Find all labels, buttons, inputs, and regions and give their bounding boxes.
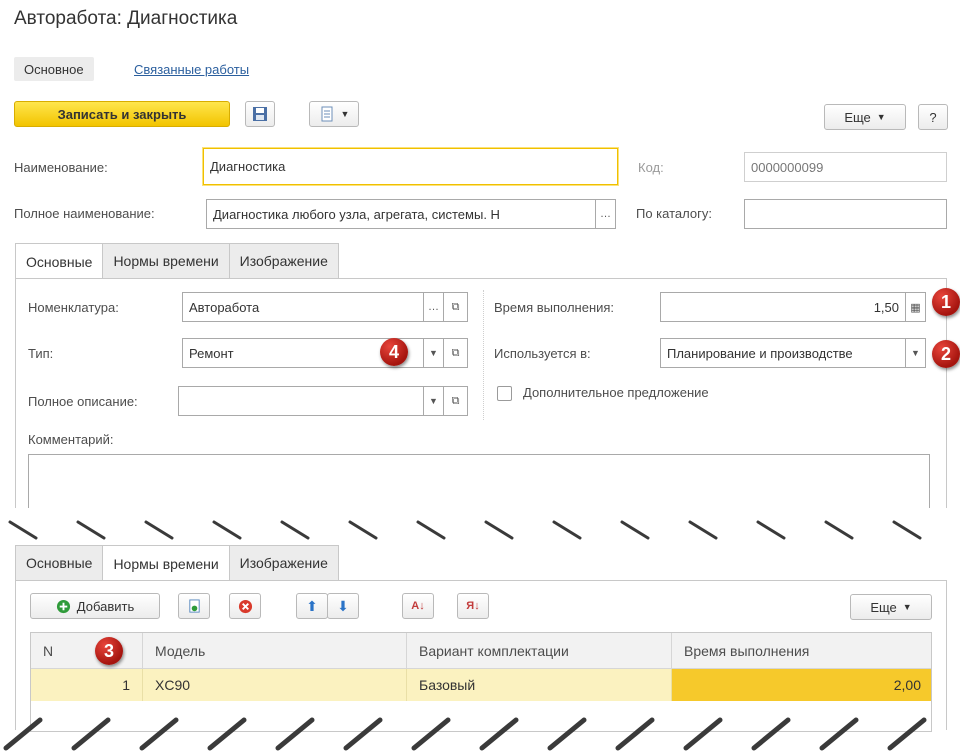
chevron-down-icon: ▼	[902, 602, 912, 612]
save-close-button[interactable]: Записать и закрыть	[14, 101, 230, 127]
tab-main-bottom[interactable]: Основные	[15, 545, 104, 580]
description-input[interactable]	[178, 386, 424, 416]
tab-norms-top[interactable]: Нормы времени	[102, 243, 230, 278]
tab-main-top[interactable]: Основные	[15, 243, 104, 279]
tab-image-bottom[interactable]: Изображение	[228, 545, 339, 580]
fullname-label: Полное наименование:	[14, 206, 155, 221]
sort-desc-icon: Я↓	[466, 600, 480, 612]
column-divider	[483, 290, 484, 420]
column-header-model[interactable]: Модель	[143, 633, 407, 669]
norms-more-button[interactable]: Еще ▼	[850, 594, 932, 620]
plus-circle-icon	[56, 599, 70, 613]
chevron-down-icon: ▼	[876, 112, 886, 122]
nomenclature-select-button[interactable]: …	[424, 292, 444, 322]
sort-asc-button[interactable]: A↓	[402, 593, 434, 619]
tabs-bottom: Основные Нормы времени Изображение	[15, 545, 339, 581]
arrow-up-icon: ⬆	[306, 597, 318, 614]
page-title: Авторабота: Диагностика	[14, 8, 238, 29]
tabs-top: Основные Нормы времени Изображение	[15, 243, 339, 279]
fullname-input[interactable]: Диагностика любого узла, агрегата, систе…	[206, 199, 596, 229]
delete-button[interactable]	[229, 593, 261, 619]
chevron-down-icon[interactable]: ▼	[906, 338, 926, 368]
add-button[interactable]: Добавить	[30, 593, 160, 619]
column-header-time[interactable]: Время выполнения	[672, 633, 931, 669]
extra-offer-label: Дополнительное предложение	[523, 385, 709, 400]
name-label: Наименование:	[14, 160, 108, 175]
fullname-select-button[interactable]: …	[596, 199, 616, 229]
floppy-icon	[253, 107, 267, 121]
arrow-down-icon: ⬇	[337, 597, 349, 614]
used-in-select[interactable]: Планирование и производстве	[660, 338, 906, 368]
move-up-button[interactable]: ⬆	[296, 593, 328, 619]
table-cell-variant[interactable]: Базовый	[407, 669, 672, 701]
copy-icon	[188, 598, 200, 613]
callout-marker-2: 2	[932, 340, 960, 368]
comment-label: Комментарий:	[28, 432, 114, 447]
callout-marker-3: 3	[95, 637, 123, 665]
used-in-label: Используется в:	[494, 346, 591, 361]
chevron-down-icon: ▼	[340, 109, 350, 119]
calculator-icon[interactable]: ▦	[906, 292, 926, 322]
nomenclature-label: Номенклатура:	[28, 300, 119, 315]
tab-image-top[interactable]: Изображение	[228, 243, 339, 278]
chevron-down-icon[interactable]: ▼	[424, 386, 444, 416]
comment-textarea[interactable]	[28, 454, 930, 512]
sort-desc-button[interactable]: Я↓	[457, 593, 489, 619]
open-icon[interactable]: ⧉	[444, 386, 468, 416]
more-button[interactable]: Еще ▼	[824, 104, 906, 130]
name-input[interactable]: Диагностика	[203, 148, 618, 185]
type-label: Тип:	[28, 346, 54, 361]
column-header-n[interactable]: N	[31, 633, 143, 669]
move-down-button[interactable]: ⬇	[327, 593, 359, 619]
description-label: Полное описание:	[28, 394, 138, 409]
callout-marker-4: 4	[380, 338, 408, 366]
table-cell-model[interactable]: XC90	[143, 669, 407, 701]
tab-main[interactable]: Основное	[14, 57, 94, 81]
open-icon[interactable]: ⧉	[444, 292, 468, 322]
document-icon	[321, 106, 333, 122]
torn-edge-bottom	[3, 717, 927, 751]
chevron-down-icon[interactable]: ▼	[424, 338, 444, 368]
open-icon[interactable]: ⧉	[444, 338, 468, 368]
table-cell-time[interactable]: 2,00	[672, 669, 931, 701]
table-cell-n[interactable]: 1	[31, 669, 143, 701]
add-label: Добавить	[76, 598, 135, 614]
more-label: Еще	[844, 109, 871, 125]
time-input[interactable]: 1,50	[660, 292, 906, 322]
catalog-input[interactable]	[744, 199, 947, 229]
code-input[interactable]: 0000000099	[744, 152, 947, 182]
catalog-label: По каталогу:	[636, 206, 712, 221]
time-label: Время выполнения:	[494, 300, 615, 315]
related-works-link[interactable]: Связанные работы	[134, 57, 249, 81]
more-label: Еще	[870, 599, 897, 615]
nomenclature-input[interactable]: Авторабота	[182, 292, 424, 322]
code-label: Код:	[638, 160, 664, 175]
print-dropdown-button[interactable]: ▼	[309, 101, 359, 127]
extra-offer-checkbox[interactable]	[497, 386, 512, 401]
tab-norms-bottom[interactable]: Нормы времени	[102, 545, 230, 581]
callout-marker-1: 1	[932, 288, 960, 316]
help-button[interactable]: ?	[918, 104, 948, 130]
delete-icon	[238, 599, 252, 613]
column-header-variant[interactable]: Вариант комплектации	[407, 633, 672, 669]
save-button[interactable]	[245, 101, 275, 127]
copy-button[interactable]	[178, 593, 210, 619]
sort-asc-icon: A↓	[411, 600, 425, 612]
